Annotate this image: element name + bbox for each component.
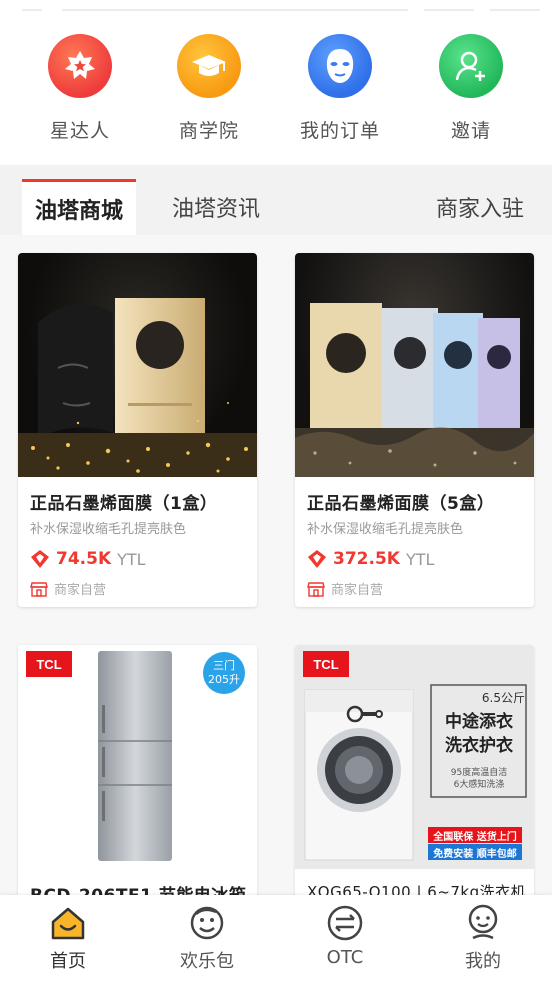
divider <box>424 9 474 11</box>
nav-label: OTC <box>326 947 364 968</box>
product-card[interactable]: TCL 三门 205升 <box>18 645 257 895</box>
capacity-badge-bottom: 205升 <box>208 673 240 686</box>
product-grid: 正品石墨烯面膜（1盒） 补水保湿收缩毛孔提亮肤色 74.5K YTL 商家自营 <box>0 235 552 895</box>
product-card[interactable]: 正品石墨烯面膜（5盒） 补水保湿收缩毛孔提亮肤色 372.5K YTL 商家自营 <box>295 253 534 607</box>
product-price-row: 74.5K YTL <box>30 549 247 569</box>
quick-action-star-talent[interactable]: 星达人 <box>25 34 135 143</box>
product-name: XQG65-Q100 | 6~7kg洗衣机 <box>307 883 527 895</box>
product-image: TCL 6.5公斤 中途添衣 洗衣护衣 95度高温自洁 6大感知洗涤 全国联保 … <box>295 645 534 869</box>
store-icon <box>30 581 48 597</box>
quick-action-label: 商学院 <box>178 120 239 142</box>
quick-action-business-school[interactable]: 商学院 <box>154 34 264 143</box>
product-price: 74.5K <box>56 549 112 569</box>
nav-label: 首页 <box>50 951 86 972</box>
divider <box>22 9 42 11</box>
ad-line1: 中途添衣 <box>445 712 513 732</box>
nav-home[interactable]: 首页 <box>8 903 128 973</box>
quick-action-label: 我的订单 <box>299 120 380 142</box>
product-price-row: 372.5K YTL <box>307 549 524 569</box>
exchange-icon <box>325 903 365 943</box>
product-image <box>295 253 534 477</box>
nav-happy-pack[interactable]: 欢乐包 <box>147 903 267 973</box>
quick-action-label: 邀请 <box>450 120 491 142</box>
product-card[interactable]: 正品石墨烯面膜（1盒） 补水保湿收缩毛孔提亮肤色 74.5K YTL 商家自营 <box>18 253 257 607</box>
star-badge-icon <box>48 34 112 98</box>
bottom-nav: 首页 欢乐包 OTC 我的 <box>0 895 552 981</box>
quick-action-my-orders[interactable]: 我的订单 <box>285 34 395 143</box>
home-icon <box>48 903 88 943</box>
tab-mall[interactable]: 油塔商城 <box>22 179 136 235</box>
product-currency: YTL <box>405 549 435 569</box>
graduation-cap-icon <box>177 34 241 98</box>
product-subtitle: 补水保湿收缩毛孔提亮肤色 <box>307 522 464 537</box>
product-currency: YTL <box>117 549 146 569</box>
happy-face-icon <box>187 903 227 943</box>
ad-tag1: 全国联保 送货上门 <box>433 832 517 843</box>
quick-action-label: 星达人 <box>49 120 110 142</box>
ad-tag2: 免费安装 顺丰包邮 <box>433 849 517 860</box>
tab-news[interactable]: 油塔资讯 <box>156 179 276 235</box>
shop-label: 商家自营 <box>331 583 384 598</box>
tab-merchant-join[interactable]: 商家入驻 <box>420 179 540 235</box>
capacity-badge-top: 三门 <box>213 659 235 672</box>
ad-feature2: 6大感知洗涤 <box>453 780 505 790</box>
product-name: 正品石墨烯面膜（1盒） <box>30 494 218 514</box>
product-subtitle: 补水保湿收缩毛孔提亮肤色 <box>30 522 187 537</box>
ad-size: 6.5公斤 <box>481 691 525 705</box>
divider <box>62 9 408 11</box>
gem-icon <box>308 550 326 568</box>
shop-row: 商家自营 <box>30 579 247 598</box>
nav-profile[interactable]: 我的 <box>423 903 543 973</box>
product-card[interactable]: TCL 6.5公斤 中途添衣 洗衣护衣 95度高温自洁 6大感知洗涤 全国联保 … <box>295 645 534 895</box>
nav-label: 我的 <box>465 951 501 972</box>
nav-label: 欢乐包 <box>180 951 234 972</box>
shop-label: 商家自营 <box>54 583 107 598</box>
quick-actions: 星达人 商学院 我的订单 邀请 <box>0 12 552 165</box>
profile-icon <box>463 903 503 943</box>
top-remnant-strip <box>0 0 552 12</box>
quick-action-invite[interactable]: 邀请 <box>416 34 526 143</box>
divider <box>490 9 540 11</box>
product-name: 正品石墨烯面膜（5盒） <box>307 494 495 514</box>
ad-line2: 洗衣护衣 <box>445 736 513 756</box>
product-name: BCD-206TF1 节能电冰箱 <box>30 881 247 895</box>
product-price: 372.5K <box>333 549 400 569</box>
tab-bar: 油塔商城 油塔资讯 商家入驻 <box>0 165 552 235</box>
store-icon <box>307 581 325 597</box>
nav-otc[interactable]: OTC <box>285 903 405 968</box>
mask-face-icon <box>308 34 372 98</box>
product-image: TCL 三门 205升 <box>18 645 257 869</box>
gem-icon <box>31 550 49 568</box>
shop-row: 商家自营 <box>307 579 524 598</box>
product-image <box>18 253 257 477</box>
capacity-badge: 三门 205升 <box>203 659 245 687</box>
add-user-icon <box>439 34 503 98</box>
